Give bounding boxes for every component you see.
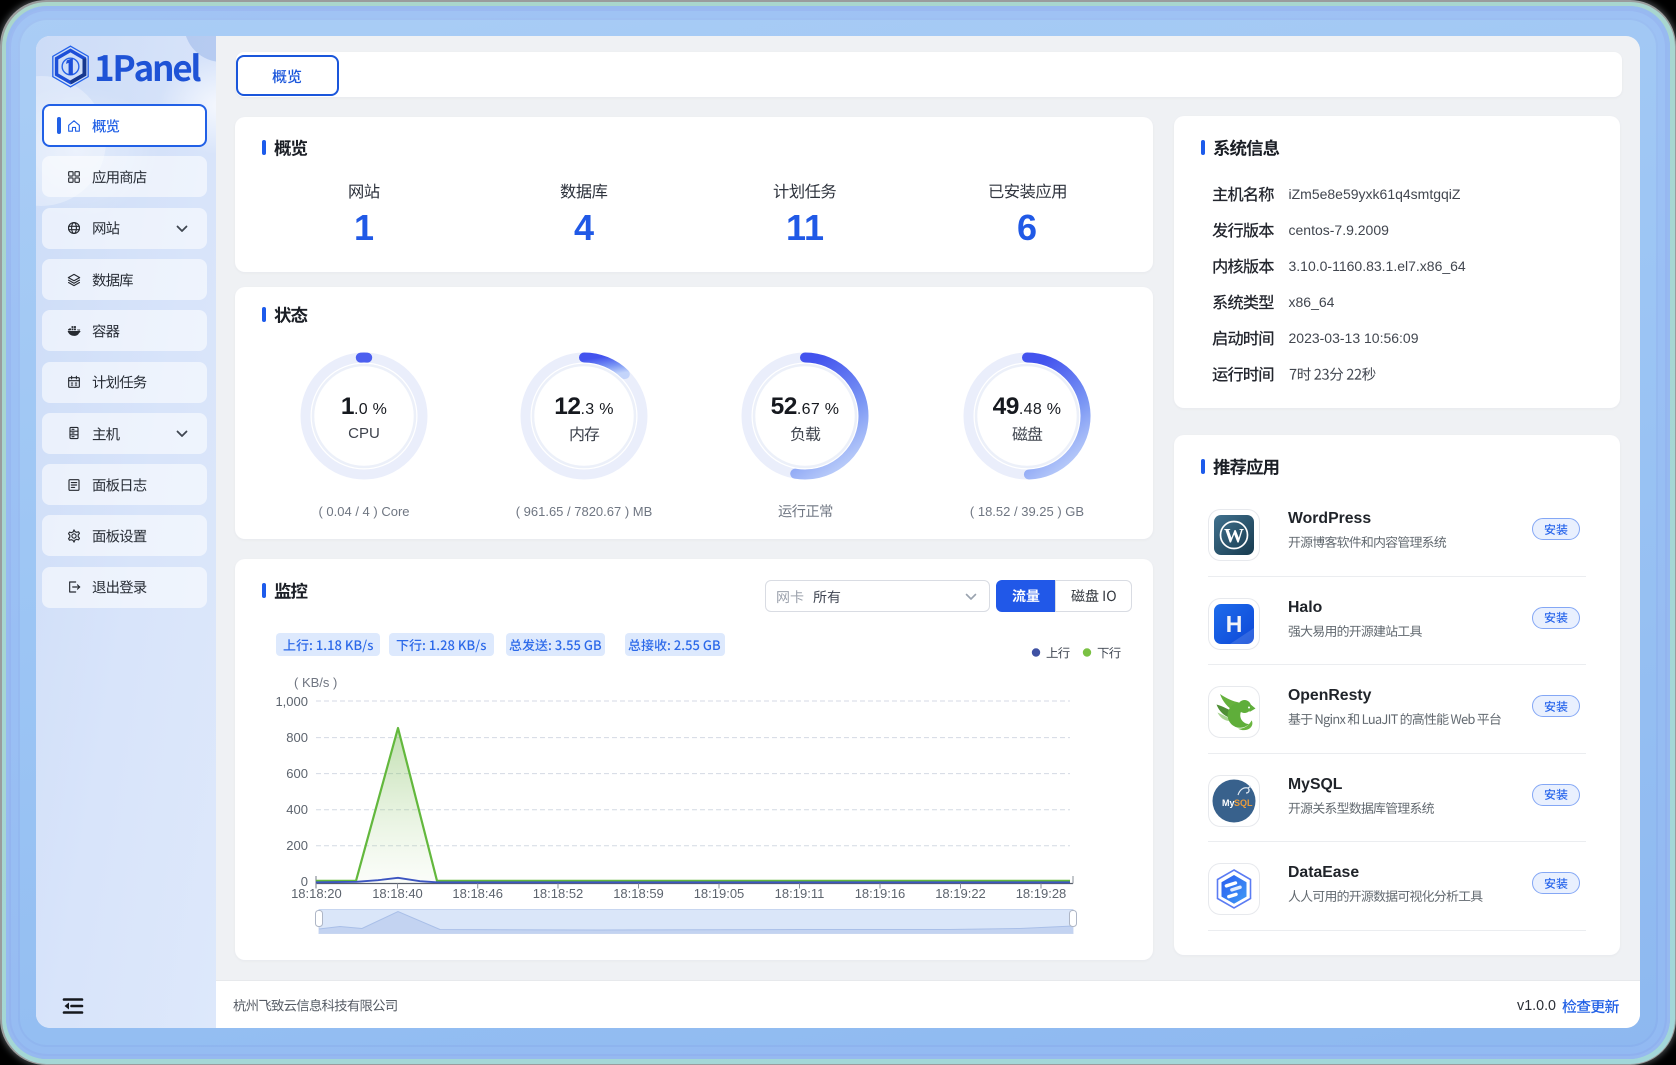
svg-text:H: H: [1226, 611, 1243, 637]
svg-text:SQL: SQL: [1234, 798, 1253, 808]
svg-text:W: W: [1224, 525, 1244, 547]
svg-text:My: My: [1222, 798, 1235, 808]
